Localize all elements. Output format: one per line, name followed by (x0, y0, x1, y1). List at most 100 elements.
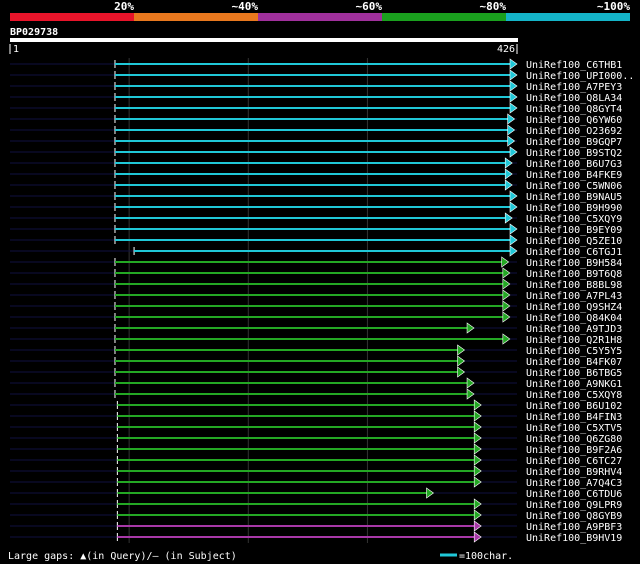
hit-label[interactable]: UniRef100_C6TGJ1 (526, 247, 622, 258)
scale-label-60: ~60% (356, 0, 383, 13)
hit-label[interactable]: UniRef100_C5XQY9 (526, 214, 622, 225)
hit-row[interactable]: UniRef100_B4FK07 (10, 355, 622, 368)
hit-row[interactable]: UniRef100_B8BL98 (10, 278, 622, 291)
hit-row[interactable]: UniRef100_O23692 (10, 124, 622, 137)
hit-row[interactable]: UniRef100_A9TJD3 (10, 322, 622, 335)
hit-label[interactable]: UniRef100_Q2R1H8 (526, 335, 622, 346)
hit-row[interactable]: UniRef100_A7PEY3 (10, 80, 622, 93)
hit-label[interactable]: UniRef100_B8BL98 (526, 280, 622, 291)
hit-label[interactable]: UniRef100_A7PEY3 (526, 82, 622, 93)
hit-label[interactable]: UniRef100_Q9LPR9 (526, 500, 622, 511)
hit-row[interactable]: UniRef100_C6TC27 (10, 454, 622, 467)
hit-label[interactable]: UniRef100_Q5ZE10 (526, 236, 622, 247)
hit-label[interactable]: UniRef100_B9GQP7 (526, 137, 622, 148)
scale-segment-100 (506, 13, 630, 21)
hit-row[interactable]: UniRef100_B4FKE9 (10, 168, 622, 181)
hit-row[interactable]: UniRef100_C6TGJ1 (10, 245, 622, 258)
hit-label[interactable]: UniRef100_B4FKE9 (526, 170, 622, 181)
hit-label[interactable]: UniRef100_B9STQ2 (526, 148, 622, 159)
hit-row[interactable]: UniRef100_C5XQY8 (10, 388, 622, 401)
hit-row[interactable]: UniRef100_C6THB1 (10, 58, 622, 71)
hit-label[interactable]: UniRef100_Q8LA34 (526, 93, 622, 104)
hit-label[interactable]: UniRef100_B6TBG5 (526, 368, 622, 379)
hit-row[interactable]: UniRef100_C5WN06 (10, 179, 622, 192)
hit-row[interactable]: UniRef100_A7Q4C3 (10, 476, 622, 489)
large-gaps-legend: Large gaps: ▲(in Query)/– (in Subject) (8, 551, 237, 562)
hit-label[interactable]: UniRef100_B4FIN3 (526, 412, 622, 423)
hit-label[interactable]: UniRef100_B6U7G3 (526, 159, 622, 170)
hit-row[interactable]: UniRef100_B9H584 (10, 256, 622, 269)
hit-arrow-icon (504, 157, 513, 169)
hit-row[interactable]: UniRef100_Q6YW60 (10, 113, 622, 126)
hit-label[interactable]: UniRef100_Q6ZG80 (526, 434, 622, 445)
hit-row[interactable]: UniRef100_B9GQP7 (10, 135, 622, 148)
hit-arrow-icon (473, 454, 482, 466)
hit-arrow-icon (509, 91, 518, 103)
hit-label[interactable]: UniRef100_C6TDU6 (526, 489, 622, 500)
hit-label[interactable]: UniRef100_B9EY09 (526, 225, 622, 236)
hit-label[interactable]: UniRef100_Q8GYT4 (526, 104, 622, 115)
hit-label[interactable]: UniRef100_C5XTV5 (526, 423, 622, 434)
hit-row[interactable]: UniRef100_C5Y5Y5 (10, 344, 622, 357)
hit-row[interactable]: UniRef100_A9PBF3 (10, 520, 622, 533)
hit-label[interactable]: UniRef100_Q6YW60 (526, 115, 622, 126)
hit-label[interactable]: UniRef100_B9HV19 (526, 533, 622, 544)
hit-row[interactable]: UniRef100_A9NKG1 (10, 377, 622, 390)
hit-row[interactable]: UniRef100_Q6ZG80 (10, 432, 622, 445)
hit-row[interactable]: UniRef100_Q9LPR9 (10, 498, 622, 511)
hit-row[interactable]: UniRef100_B9RHV4 (10, 465, 622, 478)
hit-row[interactable]: UniRef100_Q9SHZ4 (10, 300, 622, 313)
hit-label[interactable]: UniRef100_B9NAU5 (526, 192, 622, 203)
hit-row[interactable]: UniRef100_C5XQY9 (10, 212, 622, 225)
hit-label[interactable]: UniRef100_B9H584 (526, 258, 622, 269)
hit-label[interactable]: UniRef100_Q84K04 (526, 313, 622, 324)
hit-row[interactable]: UniRef100_C5XTV5 (10, 421, 622, 434)
hit-row[interactable]: UniRef100_Q84K04 (10, 311, 622, 324)
hit-row[interactable]: UniRef100_B9STQ2 (10, 146, 622, 159)
hit-row[interactable]: UniRef100_C6TDU6 (10, 487, 622, 500)
hit-row[interactable]: UniRef100_B6U102 (10, 399, 622, 412)
hit-row[interactable]: UniRef100_B4FIN3 (10, 410, 622, 423)
hit-label[interactable]: UniRef100_B9RHV4 (526, 467, 622, 478)
hit-row[interactable]: UniRef100_UPI000.. (10, 69, 634, 82)
hit-label[interactable]: UniRef100_Q9SHZ4 (526, 302, 622, 313)
hit-row[interactable]: UniRef100_B9T6Q8 (10, 267, 622, 280)
hit-row[interactable]: UniRef100_B9H990 (10, 201, 622, 214)
scale-segment-80 (382, 13, 506, 21)
hit-arrow-icon (509, 201, 518, 213)
hit-row[interactable]: UniRef100_B9EY09 (10, 223, 622, 236)
hit-row[interactable]: UniRef100_Q8GYT4 (10, 102, 622, 115)
hit-row[interactable]: UniRef100_Q2R1H8 (10, 333, 622, 346)
hit-arrow-icon (473, 399, 482, 411)
hit-label[interactable]: UniRef100_B9T6Q8 (526, 269, 622, 280)
hit-label[interactable]: UniRef100_B9H990 (526, 203, 622, 214)
hit-arrow-icon (509, 69, 518, 81)
hit-row[interactable]: UniRef100_B6U7G3 (10, 157, 622, 170)
hit-label[interactable]: UniRef100_A7Q4C3 (526, 478, 622, 489)
hit-label[interactable]: UniRef100_A9TJD3 (526, 324, 622, 335)
hit-row[interactable]: UniRef100_Q8GYB9 (10, 509, 622, 522)
hit-label[interactable]: UniRef100_C6THB1 (526, 60, 622, 71)
hit-label[interactable]: UniRef100_B6U102 (526, 401, 622, 412)
hit-label[interactable]: UniRef100_Q8GYB9 (526, 511, 622, 522)
hit-label[interactable]: UniRef100_C5WN06 (526, 181, 622, 192)
hit-label[interactable]: UniRef100_A7PL43 (526, 291, 622, 302)
hit-label[interactable]: UniRef100_UPI000.. (526, 71, 634, 82)
hit-row[interactable]: UniRef100_Q8LA34 (10, 91, 622, 104)
hit-row[interactable]: UniRef100_B9NAU5 (10, 190, 622, 203)
hit-row[interactable]: UniRef100_B6TBG5 (10, 366, 622, 379)
hit-label[interactable]: UniRef100_A9NKG1 (526, 379, 622, 390)
hit-label[interactable]: UniRef100_C5Y5Y5 (526, 346, 622, 357)
hit-row[interactable]: UniRef100_Q5ZE10 (10, 234, 622, 247)
hit-label[interactable]: UniRef100_O23692 (526, 126, 622, 137)
hit-label[interactable]: UniRef100_B4FK07 (526, 357, 622, 368)
hit-label[interactable]: UniRef100_C5XQY8 (526, 390, 622, 401)
hit-row[interactable]: UniRef100_B9F2A6 (10, 443, 622, 456)
query-name: BP029738 (10, 27, 58, 38)
hit-arrow-icon (473, 520, 482, 532)
hit-label[interactable]: UniRef100_C6TC27 (526, 456, 622, 467)
hit-label[interactable]: UniRef100_A9PBF3 (526, 522, 622, 533)
hit-row[interactable]: UniRef100_B9HV19 (10, 531, 622, 544)
hit-row[interactable]: UniRef100_A7PL43 (10, 289, 622, 302)
hit-label[interactable]: UniRef100_B9F2A6 (526, 445, 622, 456)
